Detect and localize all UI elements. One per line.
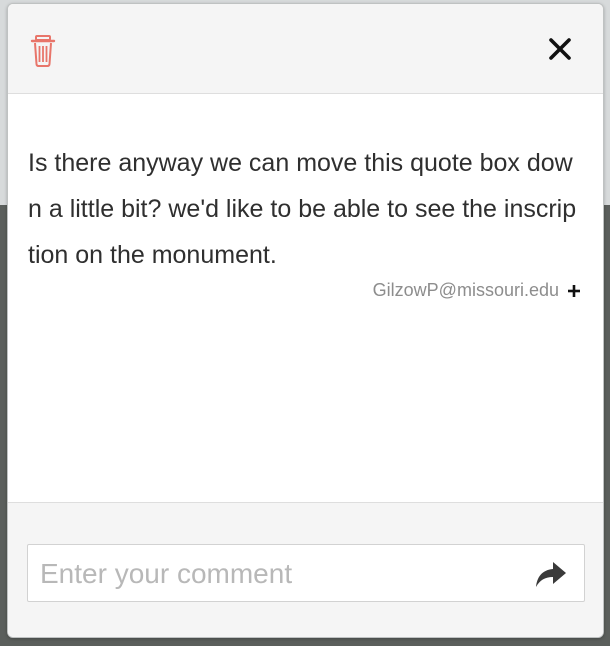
dialog-header — [8, 4, 603, 94]
comment-body: Is there anyway we can move this quote b… — [8, 94, 603, 502]
trash-icon — [30, 35, 56, 67]
comment-dialog: Is there anyway we can move this quote b… — [7, 3, 604, 638]
comment-input-box — [27, 544, 585, 603]
comment-author-row: GilzowP@missouri.edu — [373, 280, 581, 301]
comment-author: GilzowP@missouri.edu — [372, 280, 559, 300]
comment-text: Is there anyway we can move this quote b… — [28, 149, 577, 269]
share-arrow-icon — [536, 562, 566, 587]
comment-input[interactable] — [38, 545, 522, 603]
plus-icon[interactable] — [567, 284, 581, 298]
send-comment-button[interactable] — [534, 560, 568, 588]
close-icon — [549, 38, 571, 60]
close-button[interactable] — [547, 36, 573, 62]
dialog-footer — [8, 502, 603, 637]
delete-comment-button[interactable] — [30, 34, 60, 68]
